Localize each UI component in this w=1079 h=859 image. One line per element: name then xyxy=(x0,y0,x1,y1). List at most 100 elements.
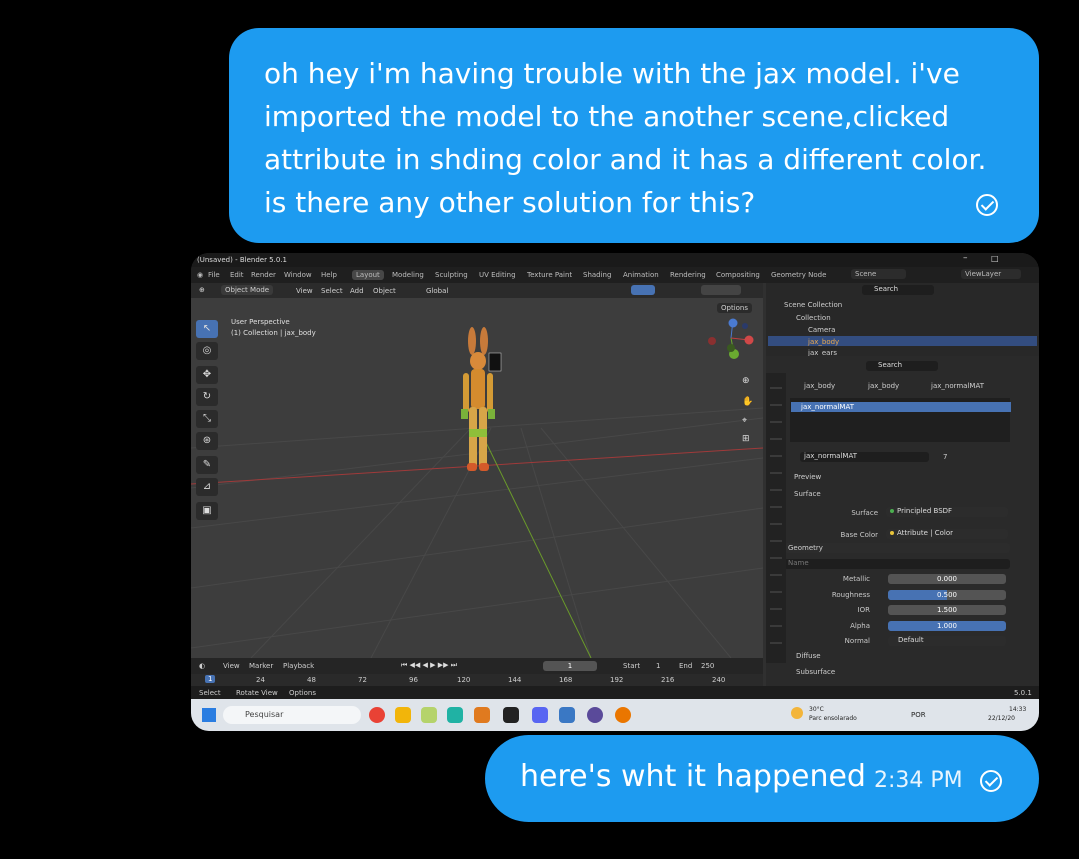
end-frame-field[interactable]: 250 xyxy=(701,662,714,670)
discord-icon[interactable] xyxy=(532,707,548,723)
blender-title-bar: (Unsaved) - Blender 5.0.1 – □ xyxy=(191,253,1039,267)
timeline-ruler[interactable]: 1 24 48 72 96 120 144 168 192 216 240 xyxy=(191,674,763,686)
breadcrumb-mesh[interactable]: jax_body xyxy=(868,382,899,390)
ior-field[interactable]: 1.500 xyxy=(888,605,1006,615)
file-explorer-icon[interactable] xyxy=(395,707,411,723)
surface-shader-field[interactable]: Principled BSDF xyxy=(886,507,1008,517)
tab-geometry-nodes[interactable]: Geometry Node xyxy=(771,271,826,279)
material-name-field[interactable]: jax_normalMAT xyxy=(800,452,929,462)
taskbar-search[interactable]: Pesquisar xyxy=(223,706,361,724)
material-slot-selected[interactable]: jax_normalMAT xyxy=(791,402,1011,412)
scale-tool-icon[interactable]: ⤡ xyxy=(196,410,218,428)
tab-modeling[interactable]: Modeling xyxy=(392,271,424,279)
3d-viewport[interactable]: User Perspective (1) Collection | jax_bo… xyxy=(191,298,763,658)
rotate-tool-icon[interactable]: ↻ xyxy=(196,388,218,406)
menu-edit[interactable]: Edit xyxy=(230,271,244,279)
app-icon[interactable] xyxy=(474,707,490,723)
minimize-icon[interactable]: – xyxy=(963,253,968,263)
attached-screenshot[interactable]: (Unsaved) - Blender 5.0.1 – □ ◉ File Edi… xyxy=(191,253,1039,731)
panel-preview[interactable]: Preview xyxy=(794,473,821,481)
store-icon[interactable] xyxy=(421,707,437,723)
attribute-name-field[interactable]: Name xyxy=(784,559,1010,569)
maximize-icon[interactable]: □ xyxy=(991,254,999,263)
gizmo-toggle[interactable] xyxy=(631,285,655,295)
panel-diffuse[interactable]: Diffuse xyxy=(796,652,821,660)
start-frame-field[interactable]: 1 xyxy=(656,662,660,670)
navigation-gizmo[interactable] xyxy=(703,318,757,368)
move-tool-icon[interactable]: ✥ xyxy=(196,366,218,384)
viewlayer-selector[interactable]: ViewLayer xyxy=(961,269,1022,279)
tab-layout[interactable]: Layout xyxy=(352,270,384,280)
tab-texture-paint[interactable]: Texture Paint xyxy=(527,271,572,279)
viewport-menu-view[interactable]: View xyxy=(296,287,313,295)
attribute-type-dropdown[interactable]: Geometry xyxy=(784,543,1010,553)
language-indicator[interactable]: POR xyxy=(911,711,926,719)
outliner-search[interactable]: Search xyxy=(862,285,934,295)
menu-help[interactable]: Help xyxy=(321,271,337,279)
cursor-tool-icon[interactable]: ◎ xyxy=(196,342,218,360)
menu-render[interactable]: Render xyxy=(251,271,276,279)
roughness-slider[interactable]: 0.500 xyxy=(888,590,1006,600)
tab-animation[interactable]: Animation xyxy=(623,271,659,279)
playback-controls[interactable]: ⏮ ◀◀ ◀ ▶ ▶▶ ⏭ xyxy=(401,661,457,670)
annotate-tool-icon[interactable]: ✎ xyxy=(196,456,218,474)
base-color-field[interactable]: Attribute | Color xyxy=(886,529,1008,539)
timeline-menu-marker[interactable]: Marker xyxy=(249,662,273,670)
app-icon[interactable] xyxy=(587,707,603,723)
scene-selector[interactable]: Scene xyxy=(851,269,907,279)
blender-taskbar-icon[interactable] xyxy=(615,707,631,723)
tab-uv-editing[interactable]: UV Editing xyxy=(479,271,516,279)
panel-surface[interactable]: Surface xyxy=(794,490,821,498)
timeline-editor-icon[interactable]: ◐ xyxy=(199,662,205,670)
app-icon[interactable] xyxy=(503,707,519,723)
viewport-menu-object[interactable]: Object xyxy=(373,287,396,295)
tab-compositing[interactable]: Compositing xyxy=(716,271,760,279)
transform-orientation[interactable]: Global xyxy=(426,287,448,295)
current-frame-field[interactable]: 1 xyxy=(543,661,597,671)
menu-file[interactable]: File xyxy=(208,271,220,279)
shading-mode-buttons[interactable] xyxy=(701,285,741,295)
view-perspective-label: User Perspective xyxy=(231,318,290,326)
viewport-options-button[interactable]: Options xyxy=(717,303,753,313)
status-rotate: Rotate View xyxy=(236,689,278,697)
object-mode-dropdown[interactable]: Object Mode xyxy=(221,285,274,295)
tab-shading[interactable]: Shading xyxy=(583,271,611,279)
outliner-item-collection[interactable]: Collection xyxy=(796,314,831,322)
normal-field[interactable]: Default xyxy=(888,636,1006,646)
app-icon[interactable] xyxy=(559,707,575,723)
timeline-menu-playback[interactable]: Playback xyxy=(283,662,314,670)
zoom-icon[interactable]: ⊕ xyxy=(742,376,750,386)
properties-search[interactable]: Search xyxy=(866,361,938,371)
app-icon[interactable] xyxy=(447,707,463,723)
blender-logo-icon[interactable]: ◉ xyxy=(197,271,203,279)
ortho-grid-icon[interactable]: ⊞ xyxy=(742,434,750,444)
outliner-item-jax-body[interactable]: jax_body xyxy=(808,338,839,346)
measure-tool-icon[interactable]: ⊿ xyxy=(196,478,218,496)
outliner-item-scene-collection[interactable]: Scene Collection xyxy=(784,301,842,309)
alpha-field[interactable]: 1.000 xyxy=(888,621,1006,631)
tab-sculpting[interactable]: Sculpting xyxy=(435,271,468,279)
jax-character-model[interactable] xyxy=(453,323,513,483)
camera-view-icon[interactable]: ⌖ xyxy=(742,416,747,426)
tab-rendering[interactable]: Rendering xyxy=(670,271,706,279)
property-tab-icons[interactable] xyxy=(770,377,782,657)
pan-hand-icon[interactable]: ✋ xyxy=(742,397,753,407)
weather-icon[interactable] xyxy=(791,707,803,719)
alpha-label: Alpha xyxy=(850,622,870,630)
metallic-field[interactable]: 0.000 xyxy=(888,574,1006,584)
transform-tool-icon[interactable]: ⊛ xyxy=(196,432,218,450)
read-check-icon xyxy=(976,194,998,216)
menu-window[interactable]: Window xyxy=(284,271,312,279)
timeline-menu-view[interactable]: View xyxy=(223,662,240,670)
chrome-icon[interactable] xyxy=(369,707,385,723)
breadcrumb-material[interactable]: jax_normalMAT xyxy=(931,382,984,390)
viewport-menu-add[interactable]: Add xyxy=(350,287,364,295)
windows-start-icon[interactable] xyxy=(202,708,216,722)
breadcrumb-object[interactable]: jax_body xyxy=(804,382,835,390)
panel-subsurface[interactable]: Subsurface xyxy=(796,668,835,676)
add-cube-tool-icon[interactable]: ▣ xyxy=(196,502,218,520)
viewport-menu-select[interactable]: Select xyxy=(321,287,343,295)
select-tool-icon[interactable]: ↖ xyxy=(196,320,218,338)
outliner-item-camera[interactable]: Camera xyxy=(808,326,835,334)
editor-type-icon[interactable]: ⊕ xyxy=(199,286,205,294)
